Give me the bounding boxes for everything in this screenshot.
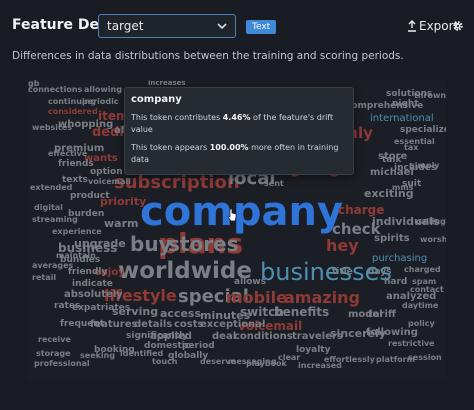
feature-select-value: target (107, 19, 144, 33)
cloud-word[interactable]: spirits (374, 234, 410, 244)
cloud-word[interactable]: details (134, 320, 172, 330)
cloud-word[interactable]: storage (36, 350, 71, 358)
cloud-word[interactable]: access (160, 308, 201, 319)
tooltip-text: This token appears (131, 143, 210, 152)
tooltip-frequency: This token appears 100.00% more often in… (131, 142, 341, 166)
cloud-word[interactable]: absolutely (64, 290, 123, 300)
cloud-word[interactable]: clear (278, 354, 300, 362)
cloud-word[interactable]: allows (234, 278, 266, 287)
cloud-word[interactable]: stores (168, 234, 239, 254)
cloud-word[interactable]: hard (384, 278, 407, 287)
cloud-word[interactable]: gb (28, 80, 39, 88)
cloud-word[interactable]: indicate (72, 280, 113, 289)
cloud-word[interactable]: international (370, 114, 434, 124)
chevron-down-icon (217, 23, 227, 30)
cloud-word[interactable]: extended (30, 184, 72, 192)
cloud-word[interactable]: warm (104, 218, 138, 229)
cloud-word[interactable]: restrictive (388, 340, 435, 348)
cloud-word[interactable]: worship (420, 236, 446, 244)
tooltip-word: company (131, 94, 182, 105)
cloud-word[interactable]: product (70, 192, 110, 201)
tooltip-frequency-value: 100.00% (209, 143, 249, 152)
upload-icon (408, 20, 416, 32)
cloud-word[interactable]: friends (58, 160, 94, 169)
cloud-word[interactable]: increased (298, 362, 342, 370)
cloud-word[interactable]: company (140, 192, 343, 232)
cloud-word[interactable]: websites (32, 124, 72, 132)
tooltip-text: This token contributes (131, 113, 223, 122)
cloud-word[interactable]: days (368, 268, 391, 277)
word-tooltip: company This token contributes 4.46% of … (124, 87, 354, 175)
cloud-word[interactable]: deal (212, 332, 236, 342)
cloud-word[interactable]: experience (52, 228, 102, 236)
cloud-word[interactable]: option (90, 168, 123, 177)
cloud-word[interactable]: mobile (226, 290, 287, 306)
cloud-word[interactable]: buy (130, 234, 172, 254)
tooltip-contribution-value: 4.46% (222, 113, 251, 122)
cloud-word[interactable]: specialize (400, 126, 446, 135)
cloud-word[interactable]: loyalty (296, 346, 330, 355)
cloud-word[interactable]: purchasing (372, 254, 427, 264)
cloud-word[interactable]: daytime (402, 302, 438, 310)
feature-type-badge: Text (246, 20, 277, 34)
cloud-word[interactable]: amazing (284, 290, 360, 306)
cloud-word[interactable]: worldwide (118, 260, 252, 283)
cloud-word[interactable]: hey (326, 238, 359, 254)
cloud-word[interactable]: session (408, 354, 442, 362)
cloud-word[interactable]: voicemail (88, 178, 131, 186)
cloud-word[interactable]: contact (410, 286, 444, 294)
cloud-word[interactable]: following (366, 328, 418, 338)
mouse-cursor-icon (227, 208, 237, 222)
cloud-word[interactable]: title (332, 268, 353, 277)
cloud-word[interactable]: period (182, 342, 215, 351)
cloud-word[interactable]: receive (38, 336, 71, 344)
cloud-word[interactable]: effective (48, 150, 87, 158)
cloud-word[interactable]: travelers (292, 332, 343, 342)
cloud-word[interactable]: digital (34, 204, 63, 212)
cloud-word[interactable]: night (392, 100, 419, 109)
tooltip-contribution: This token contributes 4.46% of the feat… (131, 112, 341, 136)
cloud-word[interactable]: friendly (68, 268, 107, 277)
cloud-word[interactable]: exceptional (200, 320, 265, 330)
cloud-word[interactable]: increases (148, 80, 186, 87)
cloud-word[interactable]: maintain (56, 252, 96, 260)
cloud-word[interactable]: considered (48, 108, 98, 116)
cloud-word[interactable]: sent (264, 180, 284, 188)
cloud-word[interactable]: policy (408, 320, 435, 328)
cloud-word[interactable]: charged (404, 266, 441, 274)
cloud-word[interactable]: tariff (368, 310, 396, 320)
cloud-word[interactable]: expatriates (72, 304, 130, 313)
feature-details-header: Feature Details target Text Export Diffe… (0, 0, 474, 62)
cloud-word[interactable]: touch (152, 358, 177, 366)
cloud-word[interactable]: averages (32, 262, 73, 270)
cloud-word[interactable]: retail (32, 274, 56, 282)
cloud-word[interactable]: frequent (60, 320, 104, 329)
cloud-word[interactable]: talk (382, 156, 401, 165)
gear-icon[interactable] (452, 20, 464, 32)
cloud-word[interactable]: mms (392, 184, 413, 192)
cloud-word[interactable]: allowing (84, 86, 122, 94)
cloud-word[interactable]: simply (410, 162, 440, 170)
cloud-word[interactable]: significantly (126, 332, 188, 341)
cloud-word[interactable]: calling (416, 218, 446, 226)
cloud-word[interactable]: professional (34, 360, 90, 368)
cloud-word[interactable]: upgrade (74, 238, 126, 249)
cloud-word[interactable]: deserve (200, 358, 236, 366)
cloud-word[interactable]: tax (404, 144, 418, 152)
cloud-word[interactable]: periodic (82, 98, 119, 106)
cloud-word[interactable]: subscription (114, 174, 240, 192)
page-description: Differences in data distributions betwee… (12, 50, 404, 62)
feature-select[interactable]: target (98, 14, 236, 38)
cloud-word[interactable]: burden (68, 210, 104, 219)
cloud-word[interactable]: conditions (234, 332, 293, 342)
cloud-word[interactable]: spam (412, 278, 436, 286)
cloud-word[interactable]: michael (370, 168, 414, 178)
cloud-word[interactable]: benefits (274, 306, 329, 318)
